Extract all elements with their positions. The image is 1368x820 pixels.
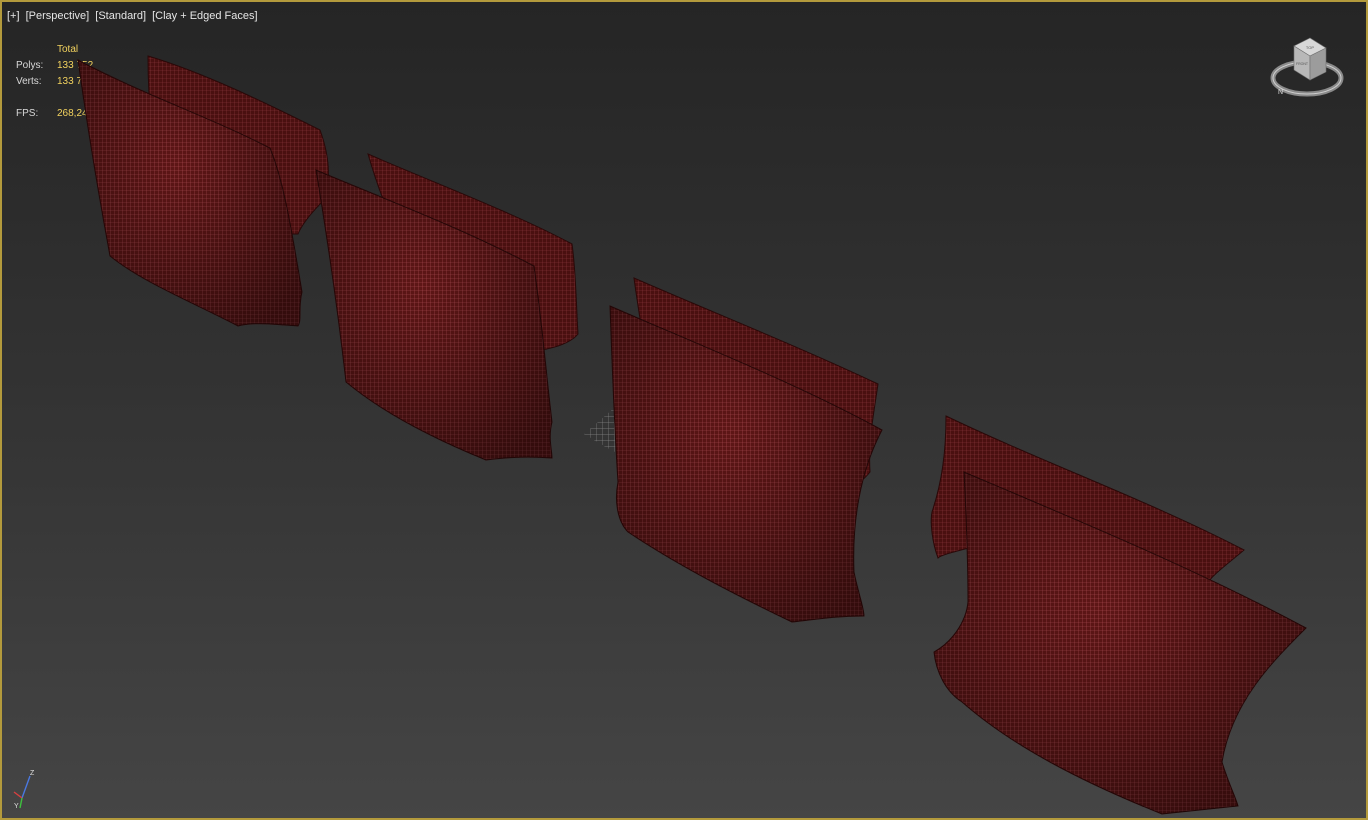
scene-canvas[interactable]	[2, 2, 1366, 818]
viewcube-front-label: FRONT	[1296, 62, 1309, 66]
pillow-pair-4[interactable]	[930, 415, 1307, 815]
viewcube-top-label: TOP	[1306, 45, 1314, 50]
pillow-pair-2[interactable]	[315, 153, 579, 461]
pillow-pair-1[interactable]	[77, 55, 329, 327]
axis-tripod: Z Y	[13, 770, 35, 810]
pillow-pair-3[interactable]	[609, 277, 883, 623]
perspective-viewport[interactable]: [+] [Perspective] [Standard] [Clay + Edg…	[0, 0, 1368, 820]
axis-z-label: Z	[30, 770, 35, 777]
viewcube-compass-n: N	[1278, 89, 1283, 96]
viewcube[interactable]: TOP FRONT N	[1268, 34, 1346, 106]
axis-y-label: Y	[14, 803, 19, 810]
